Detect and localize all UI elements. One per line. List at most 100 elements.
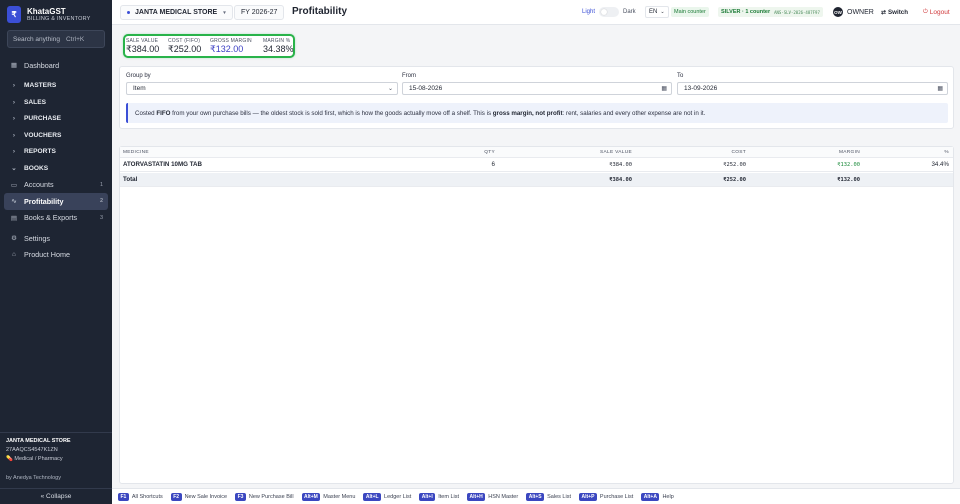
stat-margin-pct: MARGIN % 34.38% [263, 38, 294, 54]
book-icon: ▤ [10, 214, 18, 222]
store-selector-label: JANTA MEDICAL STORE [135, 9, 218, 16]
license-key: ANS-SLV-2026-487F97 [774, 9, 820, 15]
table-header: MEDICINE QTY SALE VALUE COST MARGIN % [120, 147, 953, 158]
chevron-right-icon: › [12, 82, 16, 90]
row-sale-value: ₹384.00 [609, 161, 632, 168]
group-by-label: Group by [126, 73, 151, 79]
col-cost[interactable]: COST [731, 147, 746, 157]
shortcut-hsn-master[interactable]: Alt+H HSN Master [467, 492, 518, 501]
chevron-down-icon: ⌄ [660, 9, 665, 15]
calendar-icon[interactable]: ▦ [661, 85, 667, 92]
shortcut-item-list[interactable]: Alt+I Item List [419, 492, 459, 501]
sidebar-item-dashboard[interactable]: ▦ Dashboard [4, 57, 108, 74]
sidebar-group-masters[interactable]: › MASTERS [4, 78, 108, 95]
shortcut-new-purchase[interactable]: F3 New Purchase Bill [235, 492, 294, 501]
sidebar-item-label: Settings [24, 233, 50, 243]
wallet-icon: ▭ [10, 181, 18, 189]
switch-button[interactable]: ⇄ Switch [878, 5, 911, 19]
theme-light-label: Light [582, 9, 596, 15]
theme-toggle-group: Light Dark [582, 7, 636, 17]
shortcut-help[interactable]: Alt+A Help [641, 492, 674, 501]
col-margin[interactable]: MARGIN [839, 147, 860, 157]
sidebar-nav: ▦ Dashboard › MASTERS › SALES › PURCHASE… [4, 57, 108, 263]
store-dot-icon [127, 11, 130, 14]
logout-icon: ⏻ [923, 8, 928, 15]
filter-panel: Group by Item ⌄ From 15-08-2026 ▦ To 13-… [119, 66, 954, 129]
store-name: JANTA MEDICAL STORE [6, 438, 71, 444]
shortcut-ledger-list[interactable]: Alt+L Ledger List [363, 492, 411, 501]
from-date-input[interactable]: 15-08-2026 ▦ [402, 82, 672, 95]
stat-gross-margin: GROSS MARGIN ₹132.00 [210, 38, 252, 54]
col-percent[interactable]: % [944, 147, 949, 157]
shortcut-new-sale[interactable]: F2 New Sale Invoice [170, 492, 227, 501]
sidebar-item-label: Profitability [24, 196, 64, 206]
counter-badge: Main counter [671, 7, 709, 17]
chevron-down-icon: ⌄ [387, 86, 393, 92]
col-qty[interactable]: QTY [484, 147, 495, 157]
group-by-select[interactable]: Item ⌄ [126, 82, 398, 95]
profitability-table: MEDICINE QTY SALE VALUE COST MARGIN % AT… [119, 146, 954, 484]
collapse-button[interactable]: « Collapse [0, 488, 112, 504]
sidebar-item-label: Books & Exports [24, 213, 78, 223]
calendar-icon[interactable]: ▦ [937, 85, 943, 92]
stat-cost: COST (FIFO) ₹252.00 [168, 38, 202, 54]
shortcut-all[interactable]: F1 All Shortcuts [118, 492, 163, 501]
user-menu[interactable]: OW OWNER [833, 7, 874, 17]
summary-card: SALE VALUE ₹384.00 COST (FIFO) ₹252.00 G… [123, 34, 295, 58]
sidebar-item-label: BOOKS [24, 164, 49, 172]
sidebar-item-label: Product Home [24, 250, 70, 260]
sidebar-item-product-home[interactable]: ⌂ Product Home [4, 247, 108, 264]
total-cost: ₹252.00 [723, 176, 746, 183]
sidebar-group-vouchers[interactable]: › VOUCHERS [4, 127, 108, 144]
store-category: 💊 Medical / Pharmacy [6, 456, 63, 462]
search-input[interactable]: Search anything Ctrl+K [7, 30, 105, 48]
language-selector[interactable]: EN ⌄ [645, 6, 669, 18]
logout-button[interactable]: ⏻ Logout [920, 5, 953, 19]
topbar: JANTA MEDICAL STORE ▾ FY 2026-27 Profita… [112, 0, 960, 25]
to-label: To [677, 73, 684, 79]
sidebar-item-profitability[interactable]: ∿ Profitability 2 [4, 193, 108, 210]
sidebar: ₹ KhataGST BILLING & INVENTORY Search an… [0, 0, 112, 504]
shortcut-bar: F1 All Shortcuts F2 New Sale Invoice F3 New… [112, 488, 960, 504]
trend-icon: ∿ [11, 198, 17, 206]
sidebar-item-label: REPORTS [24, 148, 56, 156]
sidebar-group-books[interactable]: ⌄ BOOKS [4, 160, 108, 177]
brand-name: KhataGST [27, 7, 66, 16]
col-sale-value[interactable]: SALE VALUE [600, 147, 632, 157]
sidebar-group-reports[interactable]: › REPORTS [4, 144, 108, 161]
fiscal-year-selector[interactable]: FY 2026-27 [234, 5, 285, 20]
row-cost: ₹252.00 [723, 161, 746, 168]
search-placeholder: Search anything [13, 35, 60, 43]
sidebar-item-books-exports[interactable]: ▤ Books & Exports 3 [4, 210, 108, 227]
store-selector[interactable]: JANTA MEDICAL STORE ▾ [120, 5, 233, 20]
table-total-row: Total ₹384.00 ₹252.00 ₹132.00 [120, 173, 953, 187]
user-role: OWNER [847, 8, 874, 16]
shortcut-badge: 3 [99, 214, 103, 221]
brand[interactable]: ₹ KhataGST BILLING & INVENTORY [7, 6, 91, 23]
byline: by Anedya Technology [6, 475, 61, 481]
sidebar-item-accounts[interactable]: ▭ Accounts 1 [4, 177, 108, 194]
row-qty: 6 [491, 161, 495, 168]
shortcut-master-menu[interactable]: Alt+M Master Menu [301, 492, 355, 501]
store-gstin: 27AAQCS4547K1ZN [6, 447, 58, 453]
from-label: From [402, 73, 416, 79]
sidebar-item-label: VOUCHERS [24, 131, 62, 139]
shortcut-purchase-list[interactable]: Alt+P Purchase List [578, 492, 633, 501]
row-medicine: ATORVASTATIN 10MG TAB [123, 161, 202, 168]
sidebar-item-settings[interactable]: ⚙ Settings [4, 230, 108, 247]
sidebar-group-sales[interactable]: › SALES [4, 94, 108, 111]
to-date-input[interactable]: 13-09-2026 ▦ [677, 82, 948, 95]
col-medicine[interactable]: MEDICINE [123, 147, 149, 157]
table-row[interactable]: ATORVASTATIN 10MG TAB 6 ₹384.00 ₹252.00 … [120, 158, 953, 172]
sidebar-group-purchase[interactable]: › PURCHASE [4, 111, 108, 128]
brand-subtitle: BILLING & INVENTORY [27, 16, 91, 22]
shortcut-sales-list[interactable]: Alt+S Sales List [526, 492, 571, 501]
chevron-down-icon: ⌄ [11, 165, 17, 173]
home-icon: ⌂ [12, 251, 16, 259]
chevron-right-icon: › [12, 148, 16, 156]
sidebar-item-label: SALES [24, 98, 46, 106]
rupee-logo-icon: ₹ [7, 6, 21, 23]
chevron-right-icon: › [12, 98, 16, 106]
total-sale-value: ₹384.00 [609, 176, 632, 183]
theme-toggle[interactable] [599, 7, 620, 17]
